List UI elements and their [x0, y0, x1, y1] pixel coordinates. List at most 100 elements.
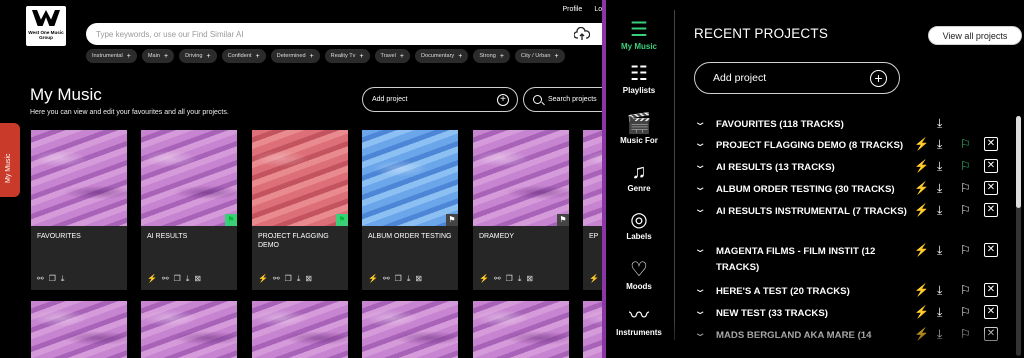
project-name[interactable]: ALBUM ORDER TESTING (30 TRACKS): [716, 182, 912, 198]
close-icon[interactable]: ✕: [984, 305, 998, 319]
copy-icon[interactable]: ❐: [395, 274, 402, 284]
bolt-icon[interactable]: ⚡: [479, 274, 489, 284]
project-card[interactable]: ⚑ DRAMEDY ⚡ ⚯ ❐ ⤓ ⊠: [473, 130, 569, 290]
nav-instruments[interactable]: 〰 Instruments: [606, 306, 672, 337]
flag-icon[interactable]: ⚐: [960, 283, 971, 297]
download-icon[interactable]: ⤓: [937, 203, 942, 218]
copy-icon[interactable]: ❐: [174, 274, 181, 284]
flag-icon[interactable]: ⚑: [225, 214, 237, 226]
project-artwork[interactable]: [141, 130, 237, 226]
search-bar[interactable]: [86, 23, 606, 45]
project-name[interactable]: FAVOURITES (118 TRACKS): [716, 117, 912, 133]
bolt-icon[interactable]: ⚡: [589, 274, 599, 284]
close-icon[interactable]: ⊠: [194, 274, 201, 284]
download-icon[interactable]: ⤓: [937, 137, 942, 152]
download-icon[interactable]: ⤓: [61, 274, 65, 284]
profile-link[interactable]: Profile: [562, 6, 582, 13]
chevron-down-icon[interactable]: ⌄: [693, 182, 706, 193]
tag-chip[interactable]: Travel +: [374, 49, 410, 63]
close-icon[interactable]: ✕: [984, 283, 998, 297]
project-name[interactable]: HERE'S A TEST (20 TRACKS): [716, 284, 912, 300]
close-icon[interactable]: ✕: [984, 137, 998, 151]
chevron-down-icon[interactable]: ⌄: [693, 284, 706, 295]
project-card-artwork-next-row[interactable]: [141, 301, 237, 358]
add-project-button[interactable]: Add project +: [362, 87, 518, 112]
tag-chip[interactable]: Strong +: [473, 49, 510, 63]
tag-chip[interactable]: Documentary +: [414, 49, 469, 63]
share-icon[interactable]: ⚯: [383, 274, 390, 284]
chevron-down-icon[interactable]: ⌄: [693, 244, 706, 255]
project-card[interactable]: FAVOURITES ⚯ ❐ ⤓: [31, 130, 127, 290]
close-icon[interactable]: ✕: [984, 203, 998, 217]
bolt-icon[interactable]: ⚡: [147, 274, 157, 284]
chevron-down-icon[interactable]: ⌄: [693, 160, 706, 171]
close-icon[interactable]: ⊠: [415, 274, 422, 284]
flag-icon[interactable]: ⚑: [336, 214, 348, 226]
project-artwork[interactable]: [252, 130, 348, 226]
nav-genre[interactable]: ♫ Genre: [606, 162, 672, 193]
download-icon[interactable]: ⤓: [937, 243, 942, 258]
bolt-icon[interactable]: ⚡: [368, 274, 378, 284]
cloud-upload-icon[interactable]: [574, 27, 590, 41]
download-icon[interactable]: ⤓: [297, 274, 301, 284]
share-icon[interactable]: ⚯: [273, 274, 280, 284]
project-card-artwork-next-row[interactable]: [362, 301, 458, 358]
flag-icon[interactable]: ⚐: [960, 159, 971, 173]
scrollbar[interactable]: [1016, 116, 1021, 356]
download-icon[interactable]: ⤓: [518, 274, 522, 284]
flag-icon[interactable]: ⚐: [960, 243, 971, 257]
close-icon[interactable]: ⊠: [526, 274, 533, 284]
tag-chip[interactable]: City / Urban +: [514, 49, 565, 63]
flag-icon[interactable]: ⚐: [960, 137, 971, 151]
close-icon[interactable]: ✕: [984, 181, 998, 195]
chevron-down-icon[interactable]: ⌄: [693, 138, 706, 149]
chevron-down-icon[interactable]: ⌄: [693, 306, 706, 317]
flag-icon[interactable]: ⚑: [446, 214, 458, 226]
panel-add-project-button[interactable]: Add project +: [694, 62, 900, 94]
nav-moods[interactable]: ♡ Moods: [606, 260, 672, 291]
project-name[interactable]: AI RESULTS INSTRUMENTAL (7 TRACKS): [716, 204, 912, 220]
share-icon[interactable]: ⚯: [162, 274, 169, 284]
download-icon[interactable]: ⤓: [937, 181, 942, 196]
project-name[interactable]: MAGENTA FILMS - FILM INSTIT (12 TRACKS): [716, 244, 912, 276]
tag-chip[interactable]: Instrumental +: [86, 49, 137, 63]
download-icon[interactable]: ⤓: [407, 274, 411, 284]
tag-chip[interactable]: Main +: [141, 49, 175, 63]
nav-playlists[interactable]: ☷ Playlists: [606, 64, 672, 95]
bolt-icon[interactable]: ⚡: [914, 243, 929, 257]
flag-icon[interactable]: ⚑: [557, 214, 569, 226]
project-card[interactable]: ⚑ ALBUM ORDER TESTING ⚡ ⚯ ❐ ⤓ ⊠: [362, 130, 458, 290]
my-music-side-tab[interactable]: My Music: [0, 123, 20, 197]
download-icon[interactable]: ⤓: [937, 116, 942, 131]
chevron-down-icon[interactable]: ⌄: [693, 117, 706, 128]
tag-chip[interactable]: Confident +: [221, 49, 266, 63]
flag-icon[interactable]: ⚐: [960, 203, 971, 217]
close-icon[interactable]: ✕: [984, 243, 998, 257]
share-icon[interactable]: ⚯: [37, 274, 44, 284]
download-icon[interactable]: ⤓: [186, 274, 190, 284]
flag-icon[interactable]: ⚐: [960, 181, 971, 195]
nav-my-music[interactable]: ☰ My Music: [606, 20, 672, 51]
project-name[interactable]: AI RESULTS (13 TRACKS): [716, 160, 912, 176]
project-card-artwork-next-row[interactable]: [473, 301, 569, 358]
close-icon[interactable]: ✕: [984, 159, 998, 173]
share-icon[interactable]: ⚯: [494, 274, 501, 284]
flag-icon[interactable]: ⚐: [960, 305, 971, 319]
west-one-logo[interactable]: West One Music Group: [26, 6, 66, 46]
bolt-icon[interactable]: ⚡: [914, 159, 929, 173]
scrollbar-thumb[interactable]: [1016, 116, 1021, 208]
search-projects-button[interactable]: Search projects: [523, 87, 606, 112]
copy-icon[interactable]: ❐: [49, 274, 56, 284]
bolt-icon[interactable]: ⚡: [914, 137, 929, 151]
project-artwork[interactable]: [31, 130, 127, 226]
project-card-artwork-next-row[interactable]: [252, 301, 348, 358]
view-all-projects-button[interactable]: View all projects: [928, 26, 1022, 45]
copy-icon[interactable]: ❐: [506, 274, 513, 284]
copy-icon[interactable]: ❐: [285, 274, 292, 284]
project-artwork[interactable]: [362, 130, 458, 226]
download-icon[interactable]: ⤓: [937, 159, 942, 174]
project-name[interactable]: PROJECT FLAGGING DEMO (8 TRACKS): [716, 138, 912, 154]
tag-chip[interactable]: Driving +: [179, 49, 217, 63]
search-input[interactable]: [96, 27, 516, 41]
bolt-icon[interactable]: ⚡: [914, 305, 929, 319]
